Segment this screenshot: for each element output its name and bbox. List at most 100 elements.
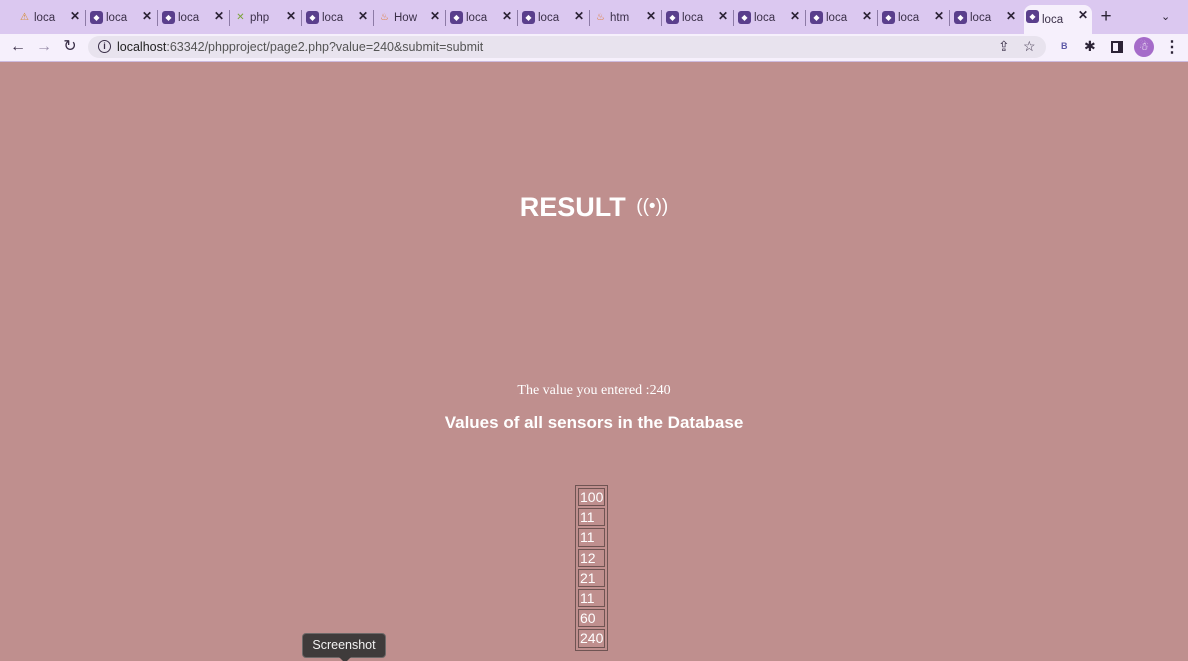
sensor-value-cell: 100 <box>578 488 606 507</box>
site-info-icon[interactable]: i <box>98 40 111 53</box>
tab-close-icon[interactable]: ✕ <box>1078 8 1088 22</box>
browser-tab[interactable]: ◆ loca ✕ <box>664 6 732 30</box>
tab-separator <box>517 10 518 26</box>
new-tab-button[interactable]: + <box>1098 6 1114 28</box>
browser-toolbar: ← → ↻ i localhost:63342/phpproject/page2… <box>0 34 1188 62</box>
tab-separator <box>805 10 806 26</box>
localhost-icon: ◆ <box>954 11 967 24</box>
url-text[interactable]: localhost:63342/phpproject/page2.php?val… <box>117 40 483 54</box>
table-row: 12 <box>578 548 606 567</box>
tab-separator <box>301 10 302 26</box>
tab-title: loca <box>826 12 848 24</box>
tab-search-chevron-icon[interactable]: ⌄ <box>1161 10 1170 23</box>
localhost-icon: ◆ <box>666 11 679 24</box>
tab-title: loca <box>178 12 200 24</box>
browser-menu-icon[interactable]: ⋮ <box>1164 37 1180 57</box>
tab-close-icon[interactable]: ✕ <box>430 9 440 23</box>
browser-tab[interactable]: ♨ htm ✕ <box>592 6 660 30</box>
page-title: RESULT ((•)) <box>0 192 1188 223</box>
tab-separator <box>373 10 374 26</box>
tab-close-icon[interactable]: ✕ <box>358 9 368 23</box>
localhost-icon: ◆ <box>162 11 175 24</box>
table-row: 11 <box>578 508 606 527</box>
profile-avatar[interactable]: ☃ <box>1134 37 1154 57</box>
tab-strip: ⚠ loca ✕ ◆ loca ✕ ◆ loca ✕ ✕ php ✕ ◆ loca ✕ ♨ How ✕ ◆ loca ✕… <box>0 0 1188 34</box>
browser-tab[interactable]: ♨ How ✕ <box>376 6 444 30</box>
browser-tab[interactable]: ◆ loca ✕ <box>520 6 588 30</box>
table-row: 11 <box>578 588 606 608</box>
extension-b-icon[interactable]: B <box>1061 41 1068 51</box>
php-warning-icon: ⚠ <box>20 11 29 23</box>
browser-tab[interactable]: ◆ loca ✕ <box>1024 5 1092 34</box>
sensor-value-cell: 60 <box>578 609 606 628</box>
sensor-value-cell: 21 <box>578 568 606 587</box>
tab-title: loca <box>322 12 344 24</box>
tab-close-icon[interactable]: ✕ <box>70 9 80 23</box>
address-bar[interactable]: i localhost:63342/phpproject/page2.php?v… <box>88 36 1046 58</box>
browser-tab[interactable]: ◆ loca ✕ <box>160 6 228 30</box>
jetbrains-icon: ✕ <box>236 11 245 23</box>
sensor-value-cell: 11 <box>578 528 606 547</box>
browser-tab[interactable]: ✕ php ✕ <box>232 6 300 30</box>
tab-close-icon[interactable]: ✕ <box>574 9 584 23</box>
tab-separator <box>445 10 446 26</box>
localhost-icon: ◆ <box>90 11 103 24</box>
browser-tab[interactable]: ◆ loca ✕ <box>952 6 1020 30</box>
localhost-icon: ◆ <box>522 11 535 24</box>
broadcast-icon: ((•)) <box>636 196 669 217</box>
back-icon[interactable]: ← <box>8 37 28 57</box>
tab-title: loca <box>106 12 128 24</box>
localhost-icon: ◆ <box>306 11 319 24</box>
sensor-values-table: 100 11 11 12 21 11 60 240 <box>575 485 609 651</box>
localhost-icon: ◆ <box>1026 10 1039 23</box>
table-row: 100 <box>578 488 606 507</box>
sensor-value-cell: 11 <box>578 588 606 608</box>
browser-tab[interactable]: ⚠ loca ✕ <box>16 6 84 30</box>
tab-close-icon[interactable]: ✕ <box>286 9 296 23</box>
browser-tab[interactable]: ◆ loca ✕ <box>808 6 876 30</box>
url-host: localhost <box>117 40 167 54</box>
table-row: 11 <box>578 528 606 547</box>
tab-close-icon[interactable]: ✕ <box>142 9 152 23</box>
tab-title: php <box>250 12 270 24</box>
tab-close-icon[interactable]: ✕ <box>718 9 728 23</box>
share-icon[interactable]: ⇪ <box>998 38 1010 55</box>
browser-tab[interactable]: ◆ loca ✕ <box>880 6 948 30</box>
tab-separator <box>85 10 86 26</box>
table-row: 240 <box>578 629 606 648</box>
tab-title: loca <box>754 12 776 24</box>
tab-title: loca <box>1042 13 1064 26</box>
entered-value-text: The value you entered :240 <box>517 383 671 398</box>
forward-icon[interactable]: → <box>34 37 54 57</box>
extensions-puzzle-icon[interactable]: ✱ <box>1084 38 1096 55</box>
tab-separator <box>229 10 230 26</box>
tab-close-icon[interactable]: ✕ <box>1006 9 1016 23</box>
reload-icon[interactable]: ↻ <box>60 37 80 57</box>
sensor-value-cell: 240 <box>578 629 606 648</box>
bookmark-star-icon[interactable]: ☆ <box>1023 38 1036 55</box>
sensor-value-cell: 11 <box>578 508 606 527</box>
localhost-icon: ◆ <box>738 11 751 24</box>
url-path: :63342/phpproject/page2.php?value=240&su… <box>166 40 484 54</box>
java-icon: ♨ <box>380 11 389 23</box>
localhost-icon: ◆ <box>882 11 895 24</box>
tab-separator <box>157 10 158 26</box>
tab-close-icon[interactable]: ✕ <box>646 9 656 23</box>
tab-close-icon[interactable]: ✕ <box>862 9 872 23</box>
tab-close-icon[interactable]: ✕ <box>502 9 512 23</box>
browser-tab[interactable]: ◆ loca ✕ <box>736 6 804 30</box>
browser-tab[interactable]: ◆ loca ✕ <box>88 6 156 30</box>
table-row: 60 <box>578 609 606 628</box>
tab-close-icon[interactable]: ✕ <box>934 9 944 23</box>
tab-close-icon[interactable]: ✕ <box>214 9 224 23</box>
tab-title: loca <box>898 12 920 24</box>
tab-separator <box>589 10 590 26</box>
localhost-icon: ◆ <box>810 11 823 24</box>
tab-title: loca <box>466 12 488 24</box>
sensor-value-cell: 12 <box>578 548 606 567</box>
browser-tab[interactable]: ◆ loca ✕ <box>448 6 516 30</box>
side-panel-icon[interactable] <box>1111 41 1123 53</box>
tab-close-icon[interactable]: ✕ <box>790 9 800 23</box>
browser-tab[interactable]: ◆ loca ✕ <box>304 6 372 30</box>
tab-title: loca <box>34 12 56 24</box>
